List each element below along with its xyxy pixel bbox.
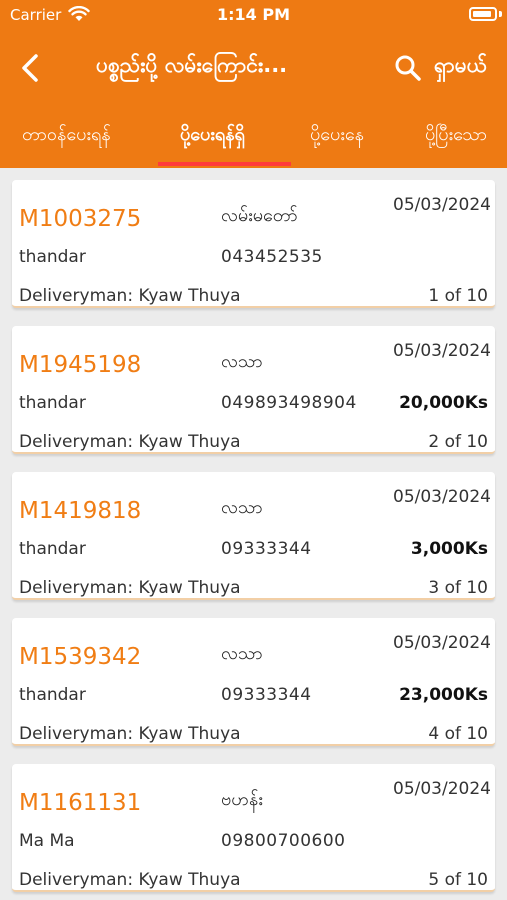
- deliveryman-label: Deliveryman: Kyaw Thuya: [19, 432, 241, 452]
- sender-name: thandar: [19, 539, 86, 559]
- deliveryman-label: Deliveryman: Kyaw Thuya: [19, 870, 241, 890]
- phone-number: 09800700600: [221, 831, 346, 851]
- order-index: 5 of 10: [428, 870, 488, 890]
- order-card[interactable]: M1945198 လသာ 05/03/2024 thandar 04989349…: [12, 326, 495, 454]
- status-time: 1:14 PM: [216, 5, 290, 24]
- back-button[interactable]: [14, 48, 50, 88]
- sender-name: thandar: [19, 393, 86, 413]
- order-id: M1419818: [19, 498, 142, 524]
- order-id: M1945198: [19, 352, 142, 378]
- order-date: 05/03/2024: [393, 633, 491, 653]
- tab-selected-indicator: [158, 162, 291, 166]
- order-index: 3 of 10: [428, 578, 488, 598]
- status-tabs: တာဝန်ပေးရန် ပို့ပေးရန်ရှိ ပို့ပေးနေ ပို့…: [0, 108, 507, 168]
- search-button[interactable]: ရှာမယ်: [394, 50, 500, 86]
- search-label: ရှာမယ်: [434, 53, 488, 77]
- tab-to-deliver[interactable]: ပို့ပေးရန်ရှိ: [180, 108, 245, 168]
- phone-number: 043452535: [221, 247, 323, 267]
- phone-number: 049893498904: [221, 393, 357, 413]
- sender-name: thandar: [19, 685, 86, 705]
- tab-to-assign[interactable]: တာဝန်ပေးရန်: [22, 108, 111, 168]
- order-card[interactable]: M1539342 လသာ 05/03/2024 thandar 09333344…: [12, 618, 495, 746]
- recipient-township: လသာ: [221, 351, 263, 372]
- order-id: M1539342: [19, 644, 142, 670]
- deliveryman-label: Deliveryman: Kyaw Thuya: [19, 724, 241, 744]
- order-index: 4 of 10: [428, 724, 488, 744]
- order-index: 2 of 10: [428, 432, 488, 452]
- navigation-bar: ပစ္စည်းပို့ လမ်းကြောင်း... ရှာမယ်: [0, 38, 507, 98]
- order-id: M1003275: [19, 206, 142, 232]
- recipient-township: ဗဟန်း: [221, 789, 263, 810]
- tab-delivered[interactable]: ပို့ပြီးသော: [425, 108, 487, 168]
- battery-icon: [469, 7, 497, 21]
- recipient-township: လသာ: [221, 643, 263, 664]
- order-card[interactable]: M1003275 လမ်းမတော် 05/03/2024 thandar 04…: [12, 180, 495, 308]
- recipient-township: လမ်းမတော်: [221, 205, 298, 226]
- order-date: 05/03/2024: [393, 341, 491, 361]
- deliveryman-label: Deliveryman: Kyaw Thuya: [19, 578, 241, 598]
- amount: 23,000Ks: [399, 685, 488, 705]
- order-date: 05/03/2024: [393, 487, 491, 507]
- order-card[interactable]: M1161131 ဗဟန်း 05/03/2024 Ma Ma 09800700…: [12, 764, 495, 892]
- sender-name: thandar: [19, 247, 86, 267]
- order-card[interactable]: M1419818 လသာ 05/03/2024 thandar 09333344…: [12, 472, 495, 600]
- phone-number: 09333344: [221, 685, 312, 705]
- chevron-left-icon: [22, 54, 38, 82]
- sender-name: Ma Ma: [19, 831, 75, 851]
- order-index: 1 of 10: [428, 286, 488, 306]
- deliveryman-label: Deliveryman: Kyaw Thuya: [19, 286, 241, 306]
- battery-cap: [499, 11, 502, 17]
- recipient-township: လသာ: [221, 497, 263, 518]
- phone-number: 09333344: [221, 539, 312, 559]
- order-date: 05/03/2024: [393, 779, 491, 799]
- order-date: 05/03/2024: [393, 195, 491, 215]
- order-list[interactable]: M1003275 လမ်းမတော် 05/03/2024 thandar 04…: [0, 168, 507, 900]
- search-icon: [395, 55, 421, 81]
- header-bar: Carrier 1:14 PM ပစ္စည်းပို့ လမ်းကြောင်း.…: [0, 0, 507, 168]
- status-bar: Carrier 1:14 PM: [0, 0, 507, 30]
- page-title: ပစ္စည်းပို့ လမ်းကြောင်း...: [96, 53, 288, 77]
- tab-delivering[interactable]: ပို့ပေးနေ: [310, 108, 364, 168]
- order-id: M1161131: [19, 790, 142, 816]
- amount: 20,000Ks: [399, 393, 488, 413]
- amount: 3,000Ks: [410, 539, 488, 559]
